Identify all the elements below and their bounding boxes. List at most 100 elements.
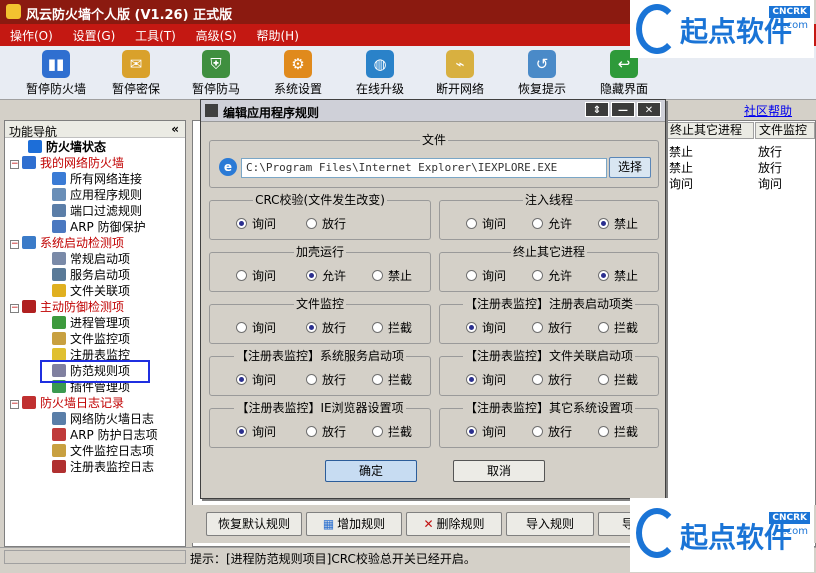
radio-button[interactable] <box>466 218 477 229</box>
online-upgrade-button[interactable]: ◍ 在线升级 <box>340 50 420 97</box>
tree-item-file-monitor-log[interactable]: 文件监控日志项 <box>52 443 154 459</box>
delete-rule-button[interactable]: ✕ 删除规则 <box>406 512 502 536</box>
tree-item-arp-protection[interactable]: ARP 防御保护 <box>52 219 146 235</box>
radio-ask[interactable]: 询问 <box>236 319 276 336</box>
radio-button[interactable] <box>598 322 609 333</box>
collapse-icon[interactable]: − <box>10 400 19 409</box>
tree-item-startup-check[interactable]: − 系统启动检测项 <box>10 235 124 251</box>
radio-allow[interactable]: 放行 <box>306 215 346 232</box>
tree-item-port-filter[interactable]: 端口过滤规则 <box>52 203 142 219</box>
pause-password-button[interactable]: ✉ 暂停密保 <box>96 50 176 97</box>
menu-settings[interactable]: 设置(G) <box>63 24 122 44</box>
tree-item-file-monitor[interactable]: 文件监控项 <box>52 331 130 347</box>
collapse-nav-button[interactable]: « <box>171 122 179 136</box>
tree-item-active-defense[interactable]: − 主动防御检测项 <box>10 299 124 315</box>
radio-button[interactable] <box>598 374 609 385</box>
tree-item-service-startup[interactable]: 服务启动项 <box>52 267 130 283</box>
system-settings-button[interactable]: ⚙ 系统设置 <box>258 50 338 97</box>
radio-button[interactable] <box>236 218 247 229</box>
pause-firewall-button[interactable]: ▮▮ 暂停防火墙 <box>16 50 96 97</box>
radio-button[interactable] <box>236 426 247 437</box>
radio-button[interactable] <box>306 218 317 229</box>
radio-allow[interactable]: 允许 <box>532 267 572 284</box>
cancel-button[interactable]: 取消 <box>453 460 545 482</box>
radio-button[interactable] <box>306 426 317 437</box>
radio-button[interactable] <box>532 218 543 229</box>
collapse-icon[interactable]: − <box>10 240 19 249</box>
radio-allow[interactable]: 放行 <box>532 371 572 388</box>
radio-button[interactable] <box>372 374 383 385</box>
radio-deny[interactable]: 禁止 <box>598 215 638 232</box>
tree-item-network-log[interactable]: 网络防火墙日志 <box>52 411 154 427</box>
radio-button[interactable] <box>598 270 609 281</box>
radio-button[interactable] <box>236 374 247 385</box>
disconnect-network-button[interactable]: ⌁ 断开网络 <box>420 50 500 97</box>
radio-button[interactable] <box>466 270 477 281</box>
radio-button[interactable] <box>466 322 477 333</box>
radio-allow[interactable]: 放行 <box>532 319 572 336</box>
radio-button[interactable] <box>306 374 317 385</box>
radio-button[interactable] <box>372 322 383 333</box>
radio-allow[interactable]: 允许 <box>532 215 572 232</box>
tree-item-app-rules[interactable]: 应用程序规则 <box>52 187 142 203</box>
radio-button[interactable] <box>532 426 543 437</box>
column-header-terminate[interactable]: 终止其它进程 <box>666 122 754 139</box>
tree-item-registry-log[interactable]: 注册表监控日志 <box>52 459 154 475</box>
pause-trojan-button[interactable]: ⛨ 暂停防马 <box>176 50 256 97</box>
radio-ask[interactable]: 询问 <box>466 371 506 388</box>
radio-allow[interactable]: 放行 <box>306 423 346 440</box>
radio-button[interactable] <box>236 322 247 333</box>
radio-ask[interactable]: 询问 <box>466 267 506 284</box>
radio-button[interactable] <box>532 322 543 333</box>
tree-item-file-association[interactable]: 文件关联项 <box>52 283 130 299</box>
radio-deny[interactable]: 禁止 <box>372 267 412 284</box>
column-header-file-monitor[interactable]: 文件监控 <box>755 122 815 139</box>
radio-button[interactable] <box>466 374 477 385</box>
dialog-resize-button[interactable]: ⇕ <box>585 102 609 117</box>
radio-ask[interactable]: 询问 <box>236 423 276 440</box>
restore-hint-button[interactable]: ↺ 恢复提示 <box>502 50 582 97</box>
radio-allow[interactable]: 放行 <box>306 319 346 336</box>
menu-help[interactable]: 帮助(H) <box>246 24 304 44</box>
radio-ask[interactable]: 询问 <box>466 423 506 440</box>
radio-allow[interactable]: 放行 <box>306 371 346 388</box>
radio-ask[interactable]: 询问 <box>466 215 506 232</box>
menu-operate[interactable]: 操作(O) <box>0 24 59 44</box>
tree-item-arp-log[interactable]: ARP 防护日志项 <box>52 427 158 443</box>
radio-button[interactable] <box>466 426 477 437</box>
collapse-icon[interactable]: − <box>10 304 19 313</box>
radio-button[interactable] <box>598 426 609 437</box>
radio-button[interactable] <box>306 322 317 333</box>
radio-allow[interactable]: 放行 <box>532 423 572 440</box>
dialog-close-button[interactable]: ✕ <box>637 102 661 117</box>
radio-ask[interactable]: 询问 <box>466 319 506 336</box>
radio-button[interactable] <box>372 270 383 281</box>
radio-block[interactable]: 拦截 <box>598 423 638 440</box>
tree-item-regular-startup[interactable]: 常规启动项 <box>52 251 130 267</box>
radio-block[interactable]: 拦截 <box>372 319 412 336</box>
radio-allow[interactable]: 允许 <box>306 267 346 284</box>
radio-button[interactable] <box>306 270 317 281</box>
ok-button[interactable]: 确定 <box>325 460 417 482</box>
radio-button[interactable] <box>532 270 543 281</box>
radio-block[interactable]: 拦截 <box>598 319 638 336</box>
radio-button[interactable] <box>598 218 609 229</box>
menu-tools[interactable]: 工具(T) <box>125 24 182 44</box>
collapse-icon[interactable]: − <box>10 160 19 169</box>
restore-default-rules-button[interactable]: 恢复默认规则 <box>206 512 302 536</box>
tree-item-firewall-logs[interactable]: − 防火墙日志记录 <box>10 395 124 411</box>
radio-deny[interactable]: 禁止 <box>598 267 638 284</box>
radio-ask[interactable]: 询问 <box>236 267 276 284</box>
community-help-link[interactable]: 社区帮助 <box>744 102 792 119</box>
radio-block[interactable]: 拦截 <box>598 371 638 388</box>
menu-advanced[interactable]: 高级(S) <box>186 24 243 44</box>
radio-button[interactable] <box>236 270 247 281</box>
dialog-minimize-button[interactable]: — <box>611 102 635 117</box>
tree-item-firewall-status[interactable]: 防火墙状态 <box>28 139 106 155</box>
radio-ask[interactable]: 询问 <box>236 215 276 232</box>
tree-item-process-manage[interactable]: 进程管理项 <box>52 315 130 331</box>
radio-block[interactable]: 拦截 <box>372 423 412 440</box>
file-path-field[interactable]: C:\Program Files\Internet Explorer\IEXPL… <box>241 158 607 178</box>
tree-item-my-firewall[interactable]: − 我的网络防火墙 <box>10 155 124 171</box>
choose-file-button[interactable]: 选择 <box>609 157 651 178</box>
